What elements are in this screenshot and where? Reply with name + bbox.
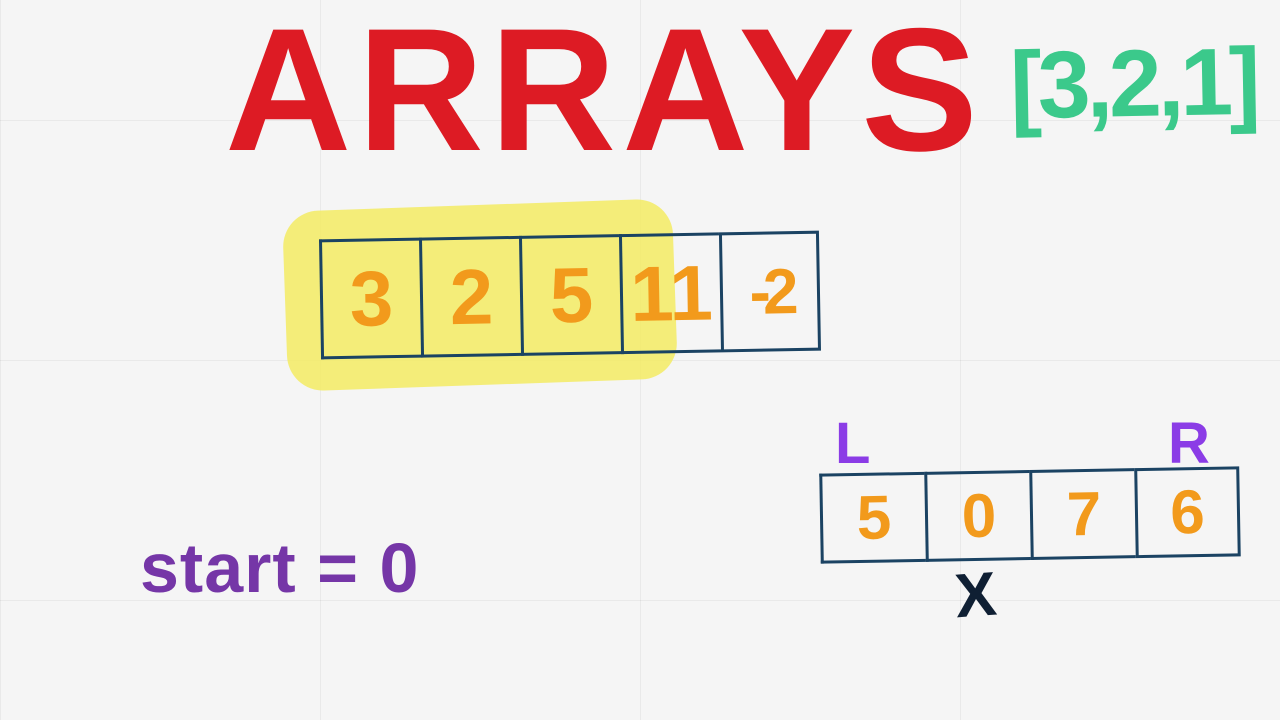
array-2-cell: 5: [819, 472, 926, 564]
array-1-cell: 3: [319, 238, 421, 360]
start-variable: start = 0: [140, 528, 419, 608]
array-1-cell: 5: [519, 234, 621, 356]
array-1-cell: -2: [719, 231, 821, 353]
pointer-left: L: [835, 410, 870, 477]
array-literal: [3,2,1]: [1009, 28, 1257, 141]
pointer-x: X: [953, 559, 999, 633]
array-1: 3 2 5 11 -2: [319, 231, 821, 360]
page-title: ARRAYS: [225, 0, 984, 191]
array-2-cell: 7: [1029, 468, 1136, 560]
whiteboard-canvas: ARRAYS [3,2,1] 3 2 5 11 -2 L R 5 0 7 6 X…: [0, 0, 1280, 720]
array-1-cell: 11: [619, 232, 721, 354]
array-2: 5 0 7 6: [819, 466, 1241, 563]
array-1-cell: 2: [419, 236, 521, 358]
array-2-cell: 0: [924, 470, 1031, 562]
array-2-cell: 6: [1134, 466, 1241, 558]
